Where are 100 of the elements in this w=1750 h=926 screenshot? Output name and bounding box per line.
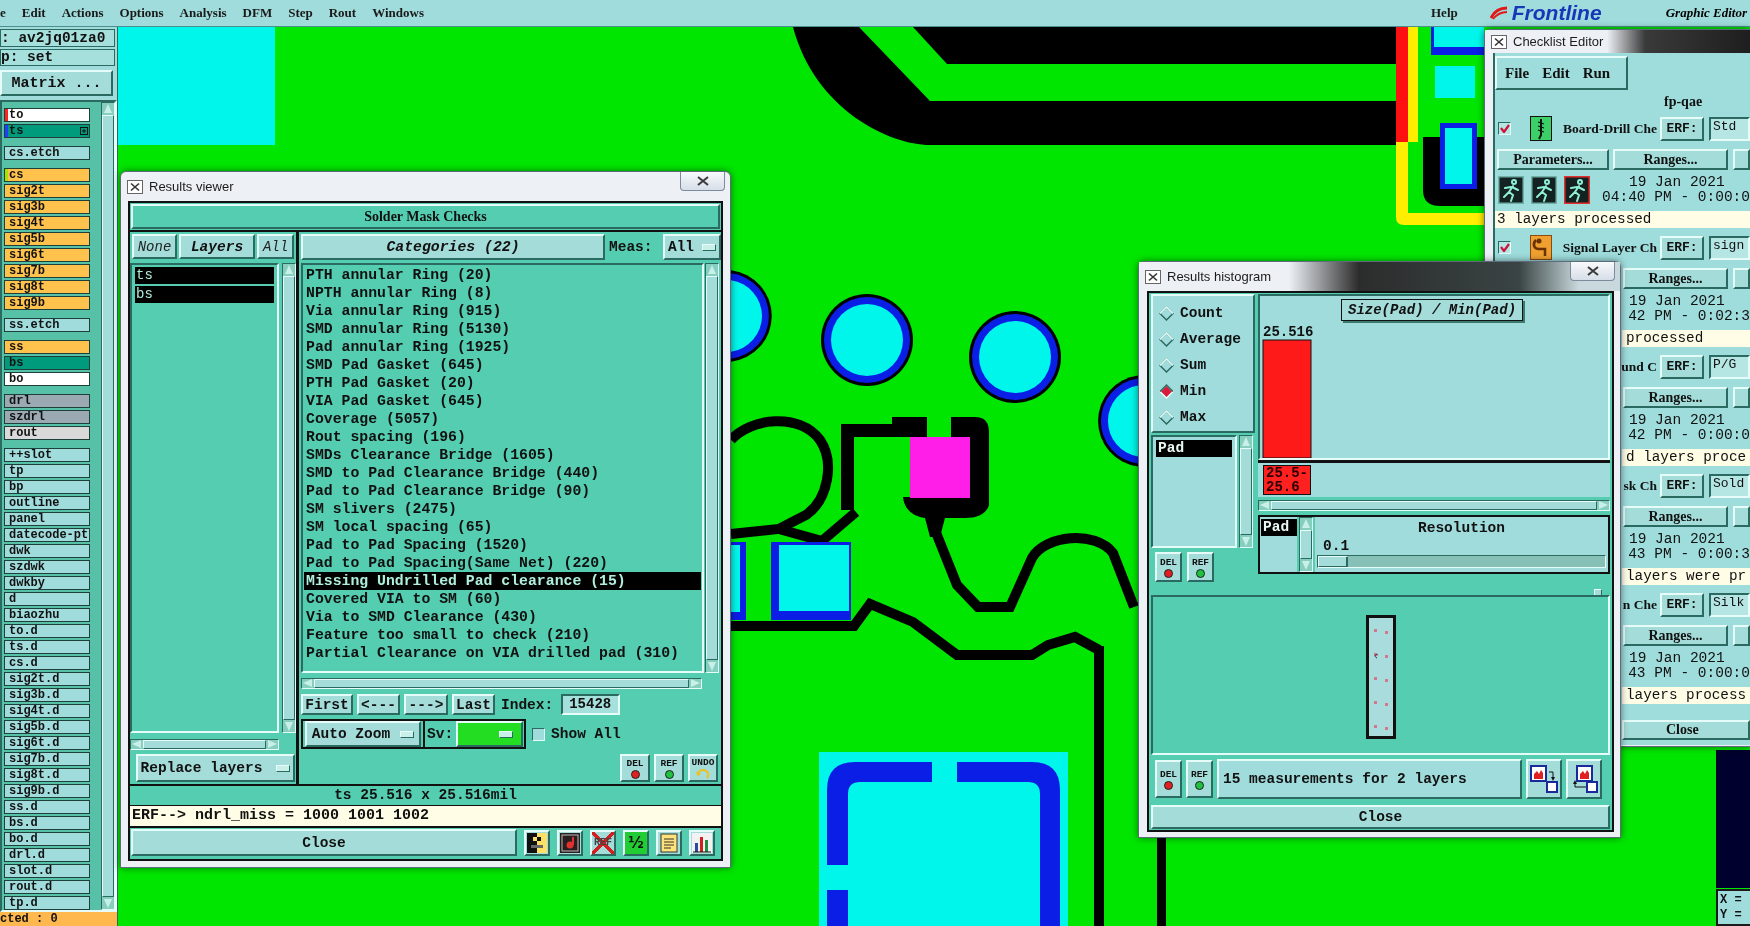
export-button[interactable] [1566, 759, 1602, 799]
checkbox[interactable] [532, 727, 546, 741]
select-all-button[interactable]: All [257, 234, 294, 259]
category-item[interactable]: SMDs Clearance Bridge (1605) [304, 446, 701, 464]
category-item[interactable]: Via to SMD Clearance (430) [304, 608, 701, 626]
checklist-button[interactable] [1733, 268, 1750, 289]
vertical-scrollbar[interactable] [705, 263, 719, 673]
checkbox[interactable] [1498, 122, 1511, 135]
layer-item[interactable]: sig2t.d [4, 672, 90, 686]
category-item[interactable]: Rout spacing (196) [304, 428, 701, 446]
parameters-button[interactable]: Parameters... [1497, 149, 1609, 170]
color-dropdown[interactable] [456, 721, 524, 747]
meas-dropdown[interactable]: All [663, 234, 721, 260]
layer-item[interactable]: sig3b.d [4, 688, 90, 702]
checklist-button[interactable] [1733, 149, 1750, 170]
layer-item[interactable]: drl [4, 394, 90, 408]
layer-item[interactable]: d [4, 592, 90, 606]
category-item[interactable]: Pad to Pad Spacing(Same Net) (220) [304, 554, 701, 572]
select-none-button[interactable]: None [132, 234, 177, 259]
layer-item[interactable]: ss.etch [4, 318, 90, 332]
close-button[interactable] [680, 172, 725, 191]
category-item[interactable]: SM local spacing (65) [304, 518, 701, 536]
slider-thumb[interactable] [1318, 556, 1348, 567]
layer-item[interactable]: bo [4, 372, 90, 386]
layer-item[interactable]: cs.etch [4, 146, 90, 160]
layer-item[interactable]: ss.d [4, 800, 90, 814]
category-item[interactable]: VIA Pad Gasket (645) [304, 392, 701, 410]
menu-item[interactable]: DFM [234, 5, 281, 21]
running-figure-icon[interactable] [1531, 176, 1557, 204]
nav-button[interactable]: Last [452, 694, 495, 715]
layer-item[interactable]: panel [4, 512, 90, 526]
layer-item[interactable]: dwk [4, 544, 90, 558]
layer-item[interactable]: sig4t [4, 216, 90, 230]
export-button[interactable] [1526, 759, 1562, 799]
delete-button[interactable]: DEL [620, 754, 650, 782]
layer-item[interactable]: datecode-pt [4, 528, 90, 542]
category-item[interactable]: Pad annular Ring (1925) [304, 338, 701, 356]
radio-option[interactable]: Sum [1159, 352, 1253, 378]
layer-item[interactable]: cs [4, 168, 90, 182]
layer-item[interactable]: szdwk [4, 560, 90, 574]
vertical-scrollbar[interactable] [1299, 517, 1313, 572]
category-item[interactable]: NPTH annular Ring (8) [304, 284, 701, 302]
tool-button[interactable] [524, 829, 550, 856]
menu-item[interactable]: e [0, 5, 14, 21]
horizontal-scrollbar[interactable] [130, 739, 279, 750]
reference-button[interactable]: REF [654, 754, 684, 782]
reference-button[interactable]: REF [1187, 552, 1214, 582]
category-item[interactable]: Missing Undrilled Pad clearance (15) [304, 572, 701, 590]
layer-item[interactable]: ts.d [4, 640, 90, 654]
layer-item[interactable]: ++slot [4, 448, 90, 462]
ranges-button[interactable]: Ranges... [1623, 625, 1728, 646]
layer-item[interactable]: sig7b [4, 264, 90, 278]
vertical-scrollbar[interactable] [101, 102, 115, 910]
layer-item[interactable]: sig6t [4, 248, 90, 262]
menu-item[interactable]: Step [280, 5, 321, 21]
checklist-button[interactable] [1733, 625, 1750, 646]
close-button[interactable] [1570, 262, 1615, 281]
layer-item[interactable]: outline [4, 496, 90, 510]
radio-option[interactable]: Average [1159, 326, 1253, 352]
layer-item[interactable]: sig5b.d [4, 720, 90, 734]
nav-button[interactable]: First [301, 694, 353, 715]
menu-item[interactable]: Options [111, 5, 172, 21]
layer-item[interactable]: ss [4, 340, 90, 354]
category-item[interactable]: Covered VIA to SM (60) [304, 590, 701, 608]
replace-layers-dropdown[interactable]: Replace layers [136, 754, 295, 782]
menu-item[interactable]: Edit [1542, 64, 1570, 82]
vertical-scrollbar[interactable] [282, 263, 296, 733]
ranges-button[interactable]: Ranges... [1623, 268, 1728, 289]
layer-item[interactable]: sig8t [4, 280, 90, 294]
close-button[interactable]: Close [1151, 805, 1610, 829]
erf-field[interactable]: Sold [1709, 473, 1750, 498]
undo-button[interactable]: UNDO [688, 754, 718, 782]
menu-item[interactable]: Analysis [171, 5, 235, 21]
erf-button[interactable]: ERF: [1660, 354, 1704, 379]
layer-item[interactable]: bs [135, 286, 274, 303]
horizontal-scrollbar[interactable] [301, 678, 702, 689]
checklist-button[interactable] [1733, 387, 1750, 408]
layer-item[interactable]: szdrl [4, 410, 90, 424]
ratio-button[interactable]: ½ [623, 829, 649, 856]
layer-item[interactable]: bs [4, 356, 90, 370]
running-figure-icon[interactable] [1498, 176, 1524, 204]
erf-field[interactable]: sign [1709, 235, 1750, 260]
layer-item[interactable]: cs.d [4, 656, 90, 670]
category-item[interactable]: SM slivers (2475) [304, 500, 701, 518]
category-item[interactable]: PTH Pad Gasket (20) [304, 374, 701, 392]
close-button[interactable]: Close [1622, 720, 1750, 740]
nav-button[interactable]: <--- [357, 694, 400, 715]
category-item[interactable]: SMD Pad Gasket (645) [304, 356, 701, 374]
matrix-button[interactable]: Matrix ... [0, 70, 113, 96]
delete-button[interactable]: DEL [1155, 760, 1182, 798]
erf-button[interactable]: ERF: [1660, 235, 1704, 260]
category-item[interactable]: Pad to Pad Clearance Bridge (90) [304, 482, 701, 500]
category-item[interactable]: Coverage (5057) [304, 410, 701, 428]
category-item[interactable]: PTH annular Ring (20) [304, 266, 701, 284]
checklist-button[interactable] [1733, 506, 1750, 527]
erf-field[interactable]: P/G [1709, 354, 1750, 379]
resize-handle[interactable] [1594, 588, 1602, 597]
category-item[interactable]: Pad to Pad Spacing (1520) [304, 536, 701, 554]
menu-item[interactable]: Help [1423, 5, 1466, 21]
layer-item[interactable]: sig4t.d [4, 704, 90, 718]
